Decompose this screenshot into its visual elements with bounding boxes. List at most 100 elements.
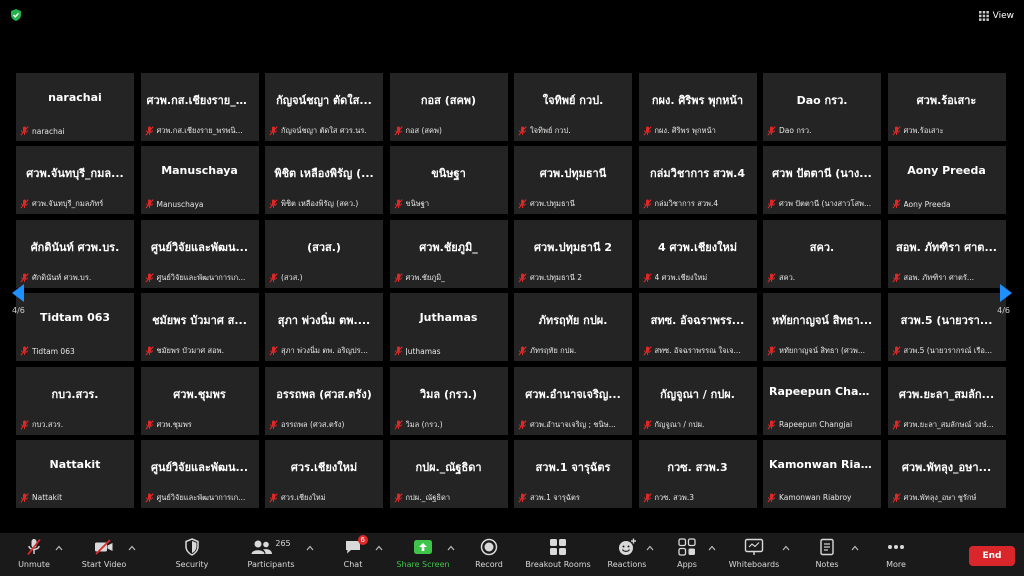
participant-tile[interactable]: กวซ. สวพ.3 กวซ. สวพ.3 <box>638 439 757 508</box>
participant-tile[interactable]: Kamonwan Riab... Kamonwan Riabroy <box>763 439 881 508</box>
participant-tile[interactable]: กัญจูณา / กปผ. กัญจูณา / กปผ. <box>638 366 757 435</box>
participant-tile[interactable]: ศวพ.กส.เชียงราย_พรพน... ศวพ.กส.เชียงราย_… <box>140 73 259 141</box>
participant-tile[interactable]: ศวพ ปัตตานี (นาง... ศวพ ปัตตานี (นางสาวโ… <box>763 146 881 215</box>
muted-mic-icon <box>642 493 652 503</box>
participant-tile[interactable]: พิชิต เหลืองพิรัญ (... พิชิต เหลืองพิรัญ… <box>265 146 383 215</box>
participants-button[interactable]: 265 Participants <box>239 537 303 573</box>
participant-tile[interactable]: ศวพ.ยะลา_สมลัก... ศวพ.ยะลา_สมลักษณ์ วงษ์… <box>887 366 1006 435</box>
participant-tile[interactable]: สุภา พ่วงนิ่ม ตพ.... สุภา พ่วงนิ่ม ตพ. อ… <box>265 293 383 362</box>
participant-footer: กัญจน์ชญา ตัดใส ศวร.นร. <box>269 125 379 137</box>
participant-label: ศวพ.ปทุมธานี <box>530 199 575 209</box>
participant-tile[interactable]: ศวพ.ปทุมธานี ศวพ.ปทุมธานี <box>514 146 632 215</box>
reactions-options-caret-icon[interactable] <box>645 543 655 553</box>
participant-tile[interactable]: ศักดินันท์ ศวพ.บร. ศักดินันท์ ศวพ.บร. <box>16 219 134 288</box>
participant-tile[interactable]: ศวพ.ชัยภูมิ_ ศวพ.ชัยภูมิ_ <box>389 219 508 288</box>
participant-label: ชมัยพร บัวมาศ สอพ. <box>156 346 224 356</box>
participant-tile[interactable]: ศวพ.พัทลุง_อษา... ศวพ.พัทลุง_อษา ชูรักษ์ <box>887 439 1006 508</box>
muted-mic-icon <box>393 493 403 503</box>
participant-tile[interactable]: ศูนย์วิจัยและพัฒน... ศูนย์วิจัยและพัฒนาก… <box>140 219 259 288</box>
participant-footer: Nattakit <box>20 492 130 504</box>
participant-label: ศวพ.ยะลา_สมลักษณ์ วงษ์... <box>903 419 994 429</box>
participant-display-name: กอส (สคพ) <box>420 94 477 107</box>
shield-check-icon[interactable] <box>9 8 23 22</box>
participant-tile[interactable]: ศวพ.ชุมพร ศวพ.ชุมพร <box>140 366 259 435</box>
participant-tile[interactable]: ศวพ.ปทุมธานี 2 ศวพ.ปทุมธานี 2 <box>514 219 632 288</box>
participant-footer: ศวร.เชียงใหม่ <box>269 492 379 504</box>
share-options-caret-icon[interactable] <box>446 543 456 553</box>
participant-tile[interactable]: ศวพ.อำนาจเจริญ... ศวพ.อำนาจเจริญ ; ชนิษ.… <box>514 366 632 435</box>
participant-footer: ขนิษฐา <box>393 198 504 210</box>
participant-label: Dao กรว. <box>779 126 812 135</box>
chat-label: Chat <box>343 560 363 569</box>
notes-options-caret-icon[interactable] <box>850 543 860 553</box>
view-button[interactable]: View <box>978 8 1014 24</box>
participant-tile[interactable]: ภัทรฤทัย กปผ. ภัทรฤทัย กปผ. <box>514 293 632 362</box>
participant-tile[interactable]: ศูนย์วิจัยและพัฒน... ศูนย์วิจัยและพัฒนาก… <box>140 439 259 508</box>
muted-mic-icon <box>642 346 652 356</box>
chat-unread-badge: 6 <box>357 535 368 545</box>
previous-page-button[interactable] <box>4 277 32 309</box>
participant-label: กัญจน์ชญา ตัดใส ศวร.นร. <box>281 126 367 135</box>
participant-tile[interactable]: Dao กรว. Dao กรว. <box>763 73 881 141</box>
participant-display-name: สทซ. อัจฉราพรร... <box>650 314 745 328</box>
breakout-rooms-button[interactable]: Breakout Rooms <box>525 537 591 573</box>
apps-options-caret-icon[interactable] <box>707 543 717 553</box>
participant-display-name: อรรถพล (ศวส.ตรัง) <box>276 387 372 401</box>
participant-label: กปผ._ณัฐธิดา <box>405 492 451 502</box>
end-meeting-button[interactable]: End <box>969 546 1015 566</box>
participant-tile[interactable]: สทซ. อัจฉราพรร... สทซ. อัจฉราพรรณ ใจเจ..… <box>638 293 757 362</box>
security-button[interactable]: Security <box>160 537 224 573</box>
participant-tile[interactable]: Aony Preeda Aony Preeda <box>887 146 1006 215</box>
muted-mic-icon <box>518 493 527 503</box>
chat-options-caret-icon[interactable] <box>374 543 384 553</box>
participant-tile[interactable]: สวพ.1 จารุฉัตร สวพ.1 จารุฉัตร <box>514 439 632 508</box>
audio-options-caret-icon[interactable] <box>54 543 64 553</box>
participant-tile[interactable]: Nattakit Nattakit <box>16 439 134 508</box>
participant-tile[interactable]: หทัยกาญจน์ สิทธา... หทัยกาญจน์ สิทธา (ศว… <box>763 293 881 362</box>
participant-display-name: ศูนย์วิจัยและพัฒน... <box>151 240 248 254</box>
participant-tile[interactable]: กล่มวิชาการ สวพ.4 กล่มวิชาการ สวพ.4 <box>638 146 757 215</box>
participant-display-name: ภัทรฤทัย กปผ. <box>538 314 608 328</box>
participant-tile[interactable]: ขนิษฐา ขนิษฐา <box>389 146 508 215</box>
participant-tile[interactable]: กอส (สคพ) กอส (สคพ) <box>389 73 508 141</box>
participant-tile[interactable]: ศวร.เชียงใหม่ ศวร.เชียงใหม่ <box>265 439 383 508</box>
participant-tile[interactable]: Rapeepun Chan... Rapeepun Changjai <box>763 366 881 435</box>
notes-icon <box>820 538 834 556</box>
participant-tile[interactable]: กปผ._ณัฐธิดา กปผ._ณัฐธิดา <box>389 439 508 508</box>
participant-tile[interactable]: narachai narachai <box>16 73 134 141</box>
participant-footer: ศวพ.ยะลา_สมลักษณ์ วงษ์... <box>891 419 1002 431</box>
muted-mic-icon <box>144 493 154 503</box>
participant-tile[interactable]: สอพ. ภัทฑิรา ศาต... สอพ. ภัทฑิรา ศาตรั..… <box>887 219 1006 288</box>
participant-tile[interactable]: Tidtam 063 Tidtam 063 <box>16 293 134 362</box>
participant-label: กล่มวิชาการ สวพ.4 <box>654 199 719 209</box>
participant-tile[interactable]: 4 ศวพ.เชียงใหม่ 4 ศวพ.เชียงใหม่ <box>638 219 757 288</box>
muted-mic-icon <box>20 346 29 356</box>
participants-options-caret-icon[interactable] <box>305 543 315 553</box>
whiteboards-button[interactable]: Whiteboards <box>722 537 786 573</box>
participant-tile[interactable]: กบว.สวร. กบว.สวร. <box>16 366 134 435</box>
participant-tile[interactable]: กผง. ศิริพร พุกหน้า กผง. ศิริพร พุกหน้า <box>638 73 757 141</box>
participant-tile[interactable]: วิมล (กรว.) วิมล (กรว.) <box>389 366 508 435</box>
muted-mic-icon <box>891 126 901 136</box>
record-button[interactable]: Record <box>457 537 521 573</box>
muted-mic-icon <box>20 126 29 136</box>
participant-tile[interactable]: อรรถพล (ศวส.ตรัง) อรรถพล (ศวส.ตรัง) <box>265 366 383 435</box>
participant-tile[interactable]: สวพ.5 (นายวรา... สวพ.5 (นายวรากรณ์ เรือ.… <box>887 293 1006 362</box>
muted-mic-icon <box>767 346 776 356</box>
more-button[interactable]: More <box>864 537 928 573</box>
whiteboards-options-caret-icon[interactable] <box>781 543 791 553</box>
participant-grid: narachai narachai ศวพ.กส.เชียงราย_พรพน..… <box>16 73 1008 508</box>
participant-tile[interactable]: ศวพ.จันทบุรี_กมล... ศวพ.จันทบุรี_กมลภัทร… <box>16 146 134 215</box>
participant-tile[interactable]: ใจทิพย์ กวป. ใจทิพย์ กวป. <box>514 73 632 141</box>
next-page-button[interactable] <box>992 277 1020 309</box>
participant-display-name: Tidtam 063 <box>39 311 111 325</box>
participant-tile[interactable]: สคว. สคว. <box>763 219 881 288</box>
participant-tile[interactable]: (สวส.) (สวส.) <box>265 219 383 288</box>
participant-tile[interactable]: ศวพ.ร้อเสาะ ศวพ.ร้อเสาะ <box>887 73 1006 141</box>
participant-tile[interactable]: กัญจน์ชญา ตัดใส... กัญจน์ชญา ตัดใส ศวร.น… <box>265 73 383 141</box>
participant-tile[interactable]: Manuschaya Manuschaya <box>140 146 259 215</box>
participant-tile[interactable]: Juthamas Juthamas <box>389 293 508 362</box>
muted-mic-icon <box>144 199 154 209</box>
video-options-caret-icon[interactable] <box>127 543 137 553</box>
participant-tile[interactable]: ชมัยพร บัวมาศ ส... ชมัยพร บัวมาศ สอพ. <box>140 293 259 362</box>
